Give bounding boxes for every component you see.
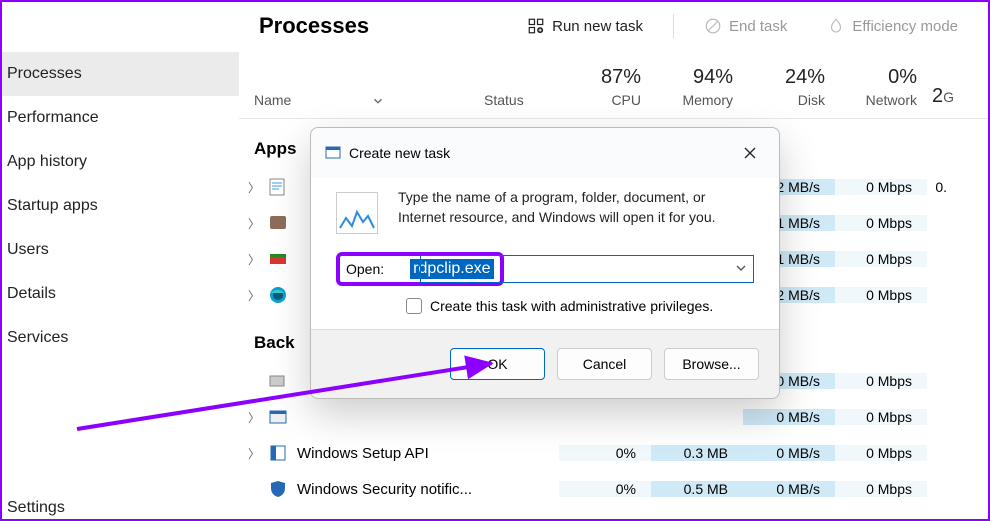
sidebar-item-settings[interactable]: Settings xyxy=(7,499,65,517)
app-icon xyxy=(269,178,287,196)
col-network[interactable]: 0%Network xyxy=(840,58,932,118)
expand-toggle[interactable]: 〉 xyxy=(239,445,269,462)
close-icon xyxy=(744,147,756,159)
app-icon xyxy=(269,214,287,232)
expand-toggle[interactable]: 〉 xyxy=(239,179,269,196)
open-input[interactable] xyxy=(420,255,754,283)
create-new-task-dialog: Create new task Type the name of a progr… xyxy=(310,127,780,399)
run-new-task-button[interactable]: Run new task xyxy=(517,12,653,40)
sidebar-item-processes[interactable]: Processes xyxy=(2,52,239,96)
open-label: Open: xyxy=(346,261,384,277)
app-icon xyxy=(269,408,287,426)
expand-toggle[interactable]: 〉 xyxy=(239,287,269,304)
shield-icon xyxy=(269,480,287,498)
col-cpu[interactable]: 87%CPU xyxy=(564,58,656,118)
admin-checkbox[interactable] xyxy=(406,298,422,314)
browse-button[interactable]: Browse... xyxy=(664,348,759,380)
sidebar-item-users[interactable]: Users xyxy=(2,228,239,272)
run-window-icon xyxy=(325,145,341,161)
run-new-task-label: Run new task xyxy=(552,18,643,35)
admin-label: Create this task with administrative pri… xyxy=(430,298,713,314)
col-disk[interactable]: 24%Disk xyxy=(748,58,840,118)
end-task-button: End task xyxy=(694,12,797,40)
close-button[interactable] xyxy=(735,138,765,168)
sidebar-item-details[interactable]: Details xyxy=(2,272,239,316)
expand-toggle[interactable]: 〉 xyxy=(239,215,269,232)
end-task-label: End task xyxy=(729,18,787,35)
col-name[interactable]: Name xyxy=(254,92,291,108)
page-title: Processes xyxy=(259,13,497,39)
dropdown-chevron-icon[interactable] xyxy=(735,261,747,277)
expand-toggle[interactable]: 〉 xyxy=(239,409,269,426)
sidebar-item-performance[interactable]: Performance xyxy=(2,96,239,140)
table-row[interactable]: 〉 Windows Security notific... 0%0.5 MB 0… xyxy=(239,471,988,507)
app-icon xyxy=(269,444,287,462)
col-status[interactable]: Status xyxy=(484,92,564,118)
sidebar-item-app-history[interactable]: App history xyxy=(2,140,239,184)
efficiency-label: Efficiency mode xyxy=(852,18,958,35)
column-headers: Name Status 87%CPU 94%Memory 24%Disk 0%N… xyxy=(239,58,988,119)
table-row[interactable]: 〉 Windows Setup API 0%0.3 MB 0 MB/s 0 Mb… xyxy=(239,435,988,471)
sort-chevron-icon[interactable] xyxy=(371,94,385,108)
run-graphic-icon xyxy=(336,192,378,234)
edge-icon xyxy=(269,286,287,304)
dialog-description: Type the name of a program, folder, docu… xyxy=(398,188,754,234)
expand-toggle[interactable]: 〉 xyxy=(239,251,269,268)
col-memory[interactable]: 94%Memory xyxy=(656,58,748,118)
efficiency-icon xyxy=(827,17,845,35)
col-gpu-partial: 2 xyxy=(932,85,943,107)
app-icon xyxy=(269,372,287,390)
sidebar-item-services[interactable]: Services xyxy=(2,316,239,360)
efficiency-button: Efficiency mode xyxy=(817,12,968,40)
app-icon xyxy=(269,250,287,268)
ok-button[interactable]: OK xyxy=(450,348,545,380)
sidebar: Processes Performance App history Startu… xyxy=(2,2,239,519)
dialog-title: Create new task xyxy=(349,145,735,161)
sidebar-item-startup-apps[interactable]: Startup apps xyxy=(2,184,239,228)
end-task-icon xyxy=(704,17,722,35)
run-new-task-icon xyxy=(527,17,545,35)
table-row[interactable]: 〉 0 MB/s 0 Mbps xyxy=(239,399,988,435)
cancel-button[interactable]: Cancel xyxy=(557,348,652,380)
